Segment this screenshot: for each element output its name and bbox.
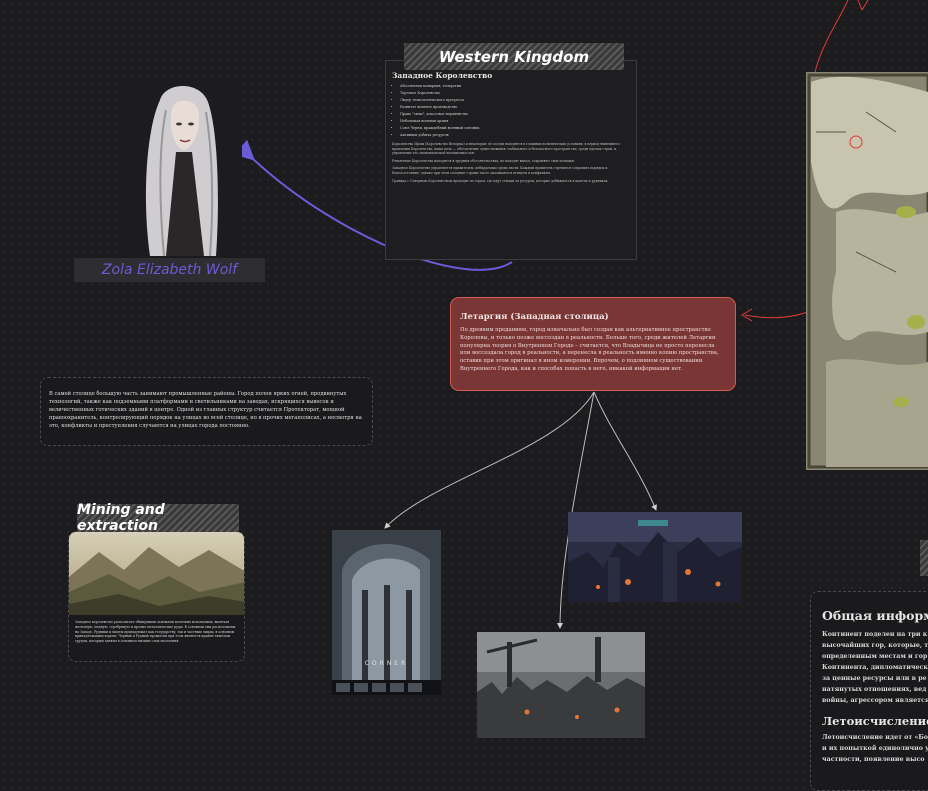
western-kingdom-title: Western Kingdom bbox=[438, 47, 590, 66]
general-info-line: натянутых отношениях, вед bbox=[822, 686, 927, 693]
general-info-line: Континента, дипломатическ bbox=[822, 664, 928, 671]
chronology-subtitle: Летоисчисление bbox=[822, 714, 928, 728]
world-map-image[interactable] bbox=[806, 72, 928, 470]
city-note-card[interactable]: В самой столице большую часть занимают п… bbox=[40, 377, 373, 446]
poster-caption: CORNER bbox=[364, 660, 409, 667]
avatar-name-plate: Zola Elizabeth Wolf bbox=[74, 258, 265, 282]
western-kingdom-banner[interactable]: Western Kingdom bbox=[404, 43, 624, 70]
general-info-title: Общая информация bbox=[822, 608, 928, 623]
chronology-line: частности, появление высо bbox=[822, 756, 925, 763]
portrait-illustration bbox=[120, 80, 242, 256]
document-paragraph: Королевство Ирмы (Королевство Велорма) и… bbox=[392, 142, 620, 156]
general-info-line: высочайших гор, которые, т bbox=[822, 642, 928, 649]
capital-card[interactable]: Летаргия (Западная столица) По древним п… bbox=[450, 297, 736, 391]
mining-text: Западное королевство располагает обширны… bbox=[75, 620, 236, 644]
avatar-name: Zola Elizabeth Wolf bbox=[101, 262, 238, 278]
red-sketch-2 bbox=[857, 0, 869, 11]
industrial-city-image[interactable] bbox=[477, 632, 645, 738]
document-bullet-item: Союз Черни, враждебный военный союзник bbox=[400, 125, 630, 132]
zola-portrait-image[interactable] bbox=[120, 80, 242, 256]
city-poster-image[interactable]: CORNER bbox=[332, 530, 441, 695]
document-bullet-item: Право "силы", классовое неравенство bbox=[400, 111, 630, 118]
general-info-line: за ценные ресурсы или в ре bbox=[822, 675, 927, 682]
mining-landscape-image bbox=[69, 532, 244, 615]
city-night-image[interactable] bbox=[568, 512, 742, 602]
capital-text: По древним преданиям, город изначально б… bbox=[460, 327, 719, 372]
red-arrow bbox=[744, 311, 809, 319]
document-bullet-item: Абсолютная монархия, теократия bbox=[400, 83, 630, 90]
mining-title: Mining and extraction bbox=[77, 502, 165, 534]
document-paragraph: Западное Королевство управляется правите… bbox=[392, 166, 608, 175]
western-kingdom-document[interactable]: Западное Королевство Абсолютная монархия… bbox=[385, 60, 637, 260]
general-info-line: войны, агрессором является bbox=[822, 697, 928, 704]
general-info-lines: Континент поделен на три к высочайших гор… bbox=[822, 629, 928, 706]
chronology-line: Летоисчисление идет от «Бо bbox=[822, 734, 928, 741]
chronology-lines: Летоисчисление идет от «Бо и их попыткой … bbox=[822, 732, 928, 765]
document-paragraphs: Королевство Ирмы (Королевство Велорма) и… bbox=[392, 142, 630, 183]
document-bullet-item: Торговое Королевство bbox=[400, 90, 630, 97]
connector-capital-poster bbox=[384, 391, 595, 529]
document-title: Западное Королевство bbox=[392, 71, 493, 80]
mining-banner[interactable]: Mining and extraction bbox=[77, 502, 239, 534]
document-paragraph: Ремонтные Королевства находятся в трудны… bbox=[392, 158, 575, 163]
general-info-line: Континент поделен на три к bbox=[822, 631, 928, 638]
connector-capital-city-top bbox=[593, 391, 657, 511]
capital-title: Летаргия (Западная столица) bbox=[460, 312, 609, 322]
mining-card[interactable]: Западное королевство располагает обширны… bbox=[68, 531, 245, 662]
document-bullet-item: Небольшая военная армия bbox=[400, 118, 630, 125]
document-bullet-item: Лидер технологического прогресса bbox=[400, 97, 630, 104]
city-note-text: В самой столице большую часть занимают п… bbox=[49, 391, 362, 429]
document-bullet-item: Активная добыча ресурсов bbox=[400, 132, 630, 139]
general-info-card[interactable]: Общая информация Континент поделен на тр… bbox=[810, 591, 928, 791]
chronology-line: и их попыткой единолично у bbox=[822, 745, 928, 752]
document-bullets: Абсолютная монархия, теократияТорговое К… bbox=[392, 83, 630, 139]
general-info-banner-edge bbox=[920, 540, 928, 576]
general-info-line: определенным местам и гор bbox=[822, 653, 928, 660]
document-paragraph: Граница с Северным Королевством проходит… bbox=[392, 178, 609, 183]
document-bullet-item: Развитое военное производство bbox=[400, 104, 630, 111]
